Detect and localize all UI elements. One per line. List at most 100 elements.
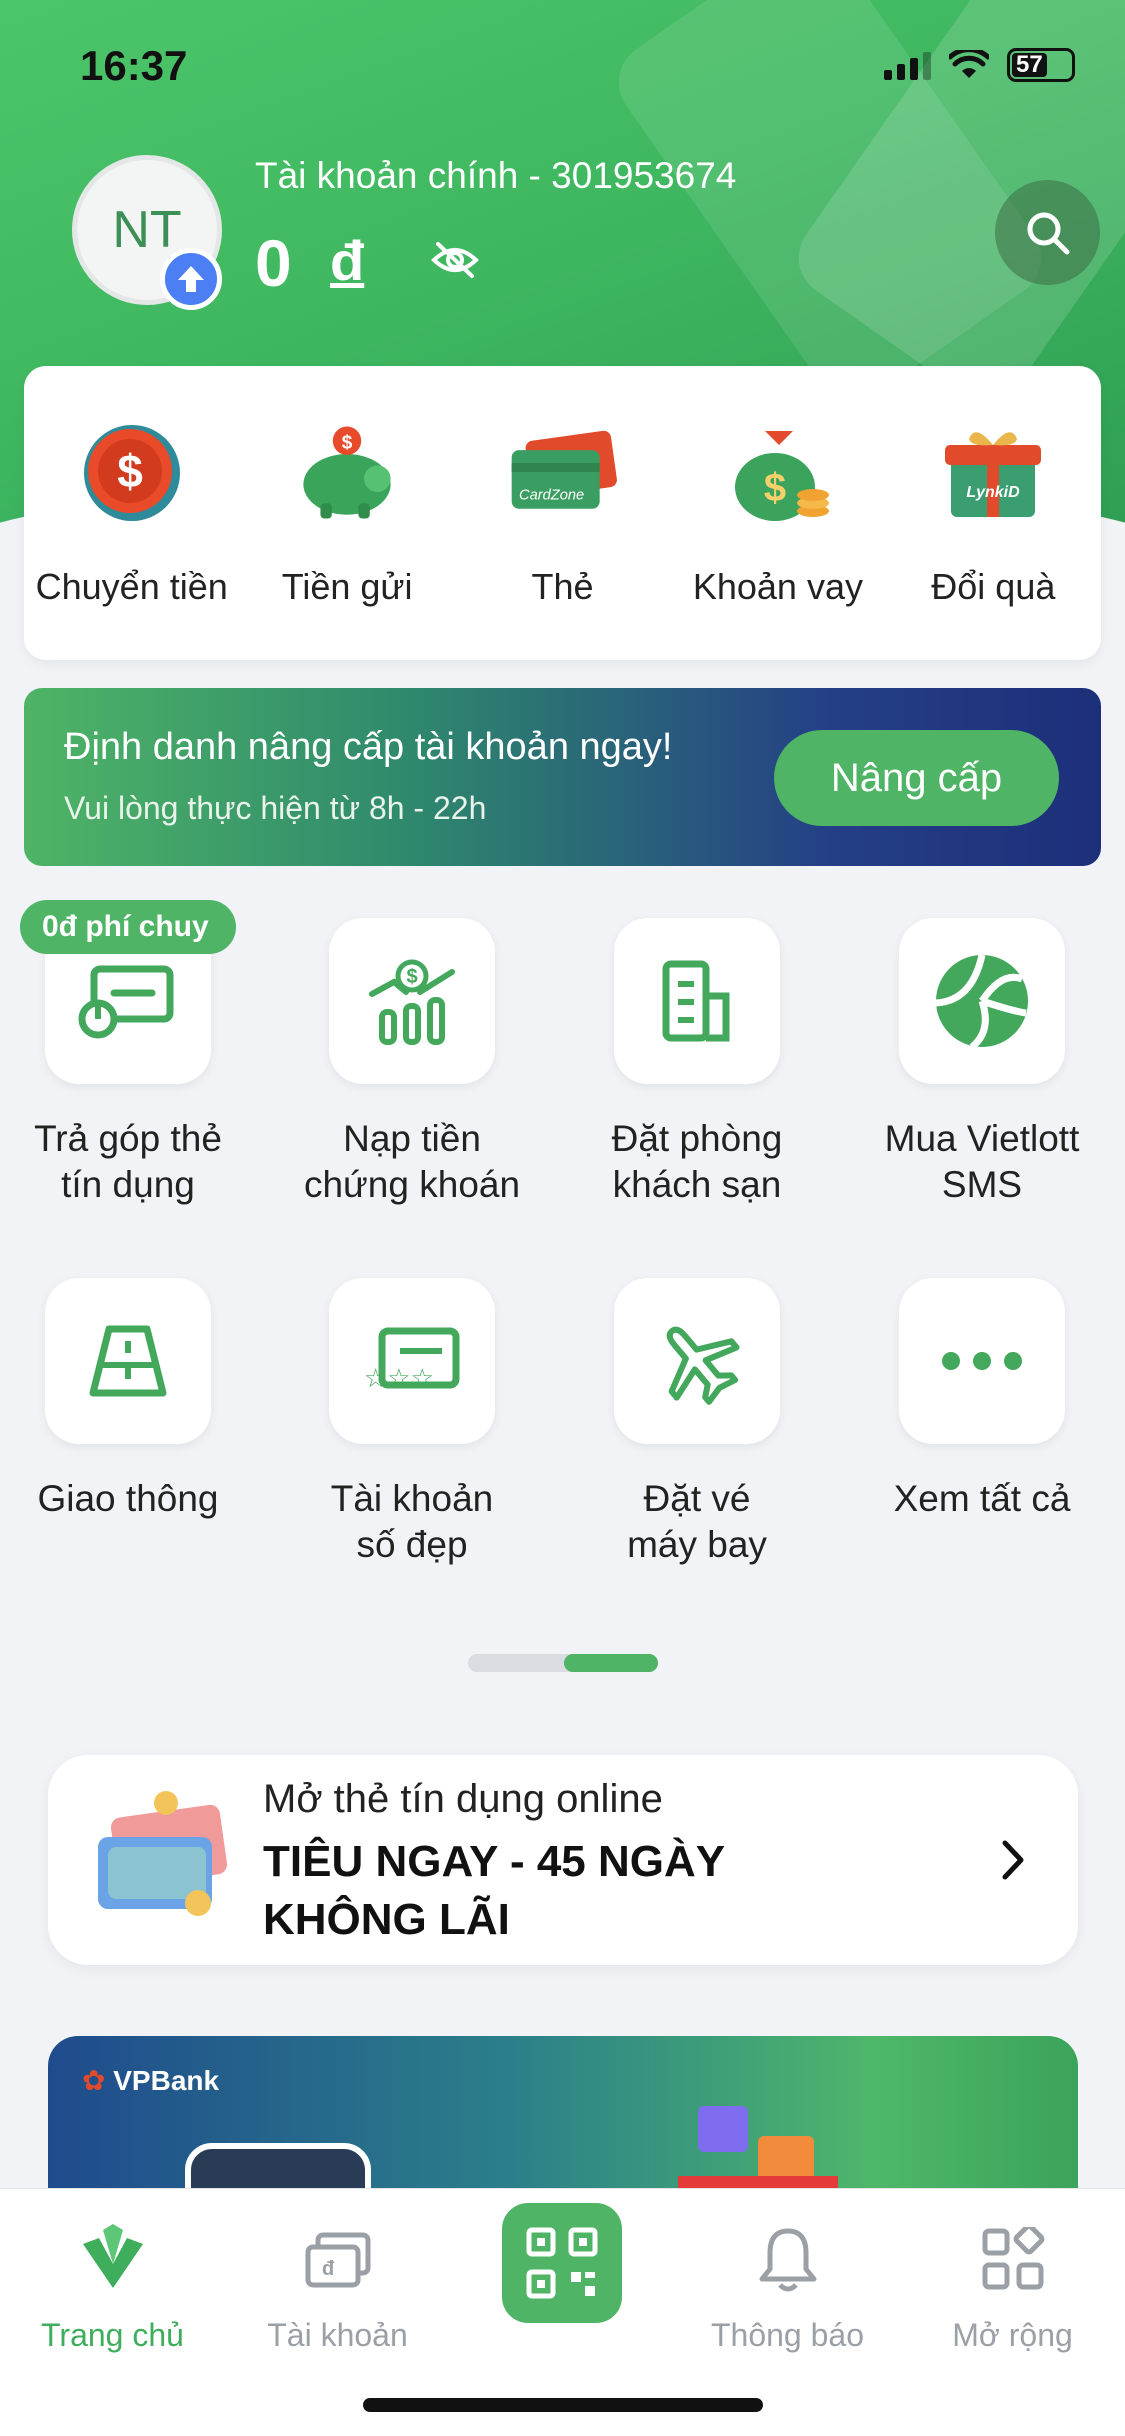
- credit-promo-subtitle: Mở thẻ tín dụng online: [263, 1777, 663, 1821]
- quick-action-card[interactable]: CardZone Thẻ: [455, 366, 670, 660]
- stock-topup-icon: $: [369, 959, 455, 1045]
- quick-action-label: Thẻ: [531, 566, 594, 607]
- tab-home[interactable]: Trang chủ: [0, 2219, 225, 2354]
- status-bar: 16:37 57: [0, 0, 1125, 130]
- quick-action-loan[interactable]: $ Khoản vay: [670, 366, 885, 660]
- tab-notifications[interactable]: Thông báo: [675, 2219, 900, 2354]
- tab-account[interactable]: đ Tài khoản: [225, 2219, 450, 2354]
- service-vietlott[interactable]: Mua Vietlott SMS: [862, 918, 1102, 1208]
- status-icons: 57: [884, 48, 1075, 82]
- svg-text:$: $: [342, 432, 353, 453]
- gift-icon: LynkiD: [938, 418, 1048, 528]
- svg-text:$: $: [764, 466, 786, 510]
- service-tile[interactable]: ☆☆☆: [329, 1278, 495, 1444]
- avatar-initials: NT: [112, 201, 182, 259]
- credit-cards-illustration: [98, 1791, 228, 1916]
- upgrade-button[interactable]: Nâng cấp: [774, 730, 1059, 826]
- account-title[interactable]: Tài khoản chính - 301953674: [255, 155, 736, 197]
- svg-text:đ: đ: [322, 2258, 335, 2280]
- service-tile[interactable]: [45, 1278, 211, 1444]
- service-label: Đặt phòng khách sạn: [611, 1118, 783, 1205]
- home-leaf-icon: [73, 2219, 153, 2299]
- service-label: Nạp tiền chứng khoán: [303, 1118, 521, 1205]
- vpbank-flower-icon: ✿: [82, 2065, 106, 2096]
- quick-action-label: Tiền gửi: [281, 566, 413, 607]
- qr-scan-button[interactable]: [502, 2203, 622, 2323]
- loan-icon: $: [723, 418, 833, 528]
- road-icon: [89, 1325, 167, 1397]
- service-tile[interactable]: [614, 1278, 780, 1444]
- qr-code-icon: [526, 2227, 598, 2299]
- service-tile[interactable]: [899, 918, 1065, 1084]
- search-icon: [1027, 212, 1069, 254]
- tab-label: Thông báo: [710, 2317, 864, 2353]
- balance-amount: 0: [255, 226, 292, 300]
- cellular-signal-icon: [884, 50, 931, 80]
- service-label: Mua Vietlott SMS: [884, 1118, 1080, 1205]
- promo-badge: 0đ phí chuy: [20, 900, 236, 954]
- currency-symbol: đ: [330, 229, 365, 292]
- banner-phone-illustration: [185, 2143, 371, 2196]
- service-flight[interactable]: Đặt vé máy bay: [577, 1278, 817, 1568]
- grid-icon: [973, 2219, 1053, 2299]
- battery-level: 57: [1012, 51, 1047, 78]
- credit-promo-title: TIÊU NGAY - 45 NGÀY KHÔNG LÃI: [263, 1837, 725, 1944]
- vpbank-logo-text: VPBank: [113, 2065, 220, 2096]
- service-tile[interactable]: $: [329, 918, 495, 1084]
- quick-action-deposit[interactable]: $ Tiền gửi: [239, 366, 454, 660]
- hotel-icon: [662, 960, 730, 1042]
- banner-gifts-illustration: [678, 2106, 838, 2196]
- upgrade-banner-title: Định danh nâng cấp tài khoản ngay!: [64, 726, 673, 768]
- tab-label: Tài khoản: [267, 2317, 408, 2353]
- service-stock-topup[interactable]: $ Nạp tiền chứng khoán: [292, 918, 532, 1208]
- svg-text:$: $: [406, 966, 417, 988]
- nice-number-icon: ☆☆☆: [364, 1327, 460, 1394]
- svg-text:☆☆☆: ☆☆☆: [364, 1364, 434, 1394]
- tab-label: Mở rộng: [952, 2317, 1073, 2353]
- quick-actions-card: $ Chuyển tiền $ Tiền gửi CardZone Thẻ $ …: [24, 366, 1101, 660]
- status-time: 16:37: [80, 42, 188, 89]
- quick-action-label: Đổi quà: [931, 566, 1056, 607]
- card-icon: CardZone: [508, 418, 618, 528]
- page-indicator[interactable]: [468, 1654, 658, 1672]
- service-card-installment[interactable]: Trả góp thẻ tín dụng: [8, 918, 248, 1208]
- home-indicator: [363, 2398, 763, 2412]
- service-view-all[interactable]: Xem tất cả: [862, 1278, 1102, 1522]
- service-tile[interactable]: [614, 918, 780, 1084]
- vietlott-icon: [935, 954, 1028, 1050]
- service-hotel[interactable]: Đặt phòng khách sạn: [577, 918, 817, 1208]
- page-indicator-active: [564, 1654, 658, 1672]
- more-icon: [942, 1352, 1022, 1370]
- service-nice-number[interactable]: ☆☆☆ Tài khoản số đẹp: [292, 1278, 532, 1568]
- svg-text:$: $: [117, 445, 143, 497]
- service-tile[interactable]: [899, 1278, 1065, 1444]
- wifi-icon: [949, 50, 989, 78]
- upgrade-banner-subtitle: Vui lòng thực hiện từ 8h - 22h: [64, 790, 487, 826]
- service-label: Trả góp thẻ tín dụng: [34, 1118, 222, 1205]
- promo-banner[interactable]: ✿ VPBank: [48, 2036, 1078, 2196]
- service-label: Tài khoản số đẹp: [330, 1478, 494, 1565]
- airplane-icon: [666, 1326, 740, 1405]
- quick-action-gift[interactable]: LynkiD Đổi quà: [886, 366, 1101, 660]
- transfer-icon: $: [77, 418, 187, 528]
- search-button[interactable]: [995, 180, 1100, 285]
- upgrade-banner[interactable]: Định danh nâng cấp tài khoản ngay! Vui l…: [24, 688, 1101, 866]
- quick-action-transfer[interactable]: $ Chuyển tiền: [24, 366, 239, 660]
- chevron-right-icon: [1002, 1840, 1024, 1880]
- svg-text:LynkiD: LynkiD: [967, 484, 1021, 501]
- card-installment-icon: [78, 965, 174, 1039]
- eye-hidden-icon[interactable]: [430, 240, 480, 280]
- service-label: Đặt vé máy bay: [627, 1478, 767, 1565]
- quick-action-label: Chuyển tiền: [35, 566, 228, 607]
- tab-label: Trang chủ: [41, 2317, 184, 2353]
- battery-icon: 57: [1007, 48, 1075, 82]
- service-label: Giao thông: [37, 1478, 219, 1519]
- upgrade-arrow-icon: [160, 248, 222, 310]
- bell-icon: [748, 2219, 828, 2299]
- tab-more[interactable]: Mở rộng: [900, 2219, 1125, 2354]
- service-traffic[interactable]: Giao thông: [8, 1278, 248, 1522]
- vpbank-logo: ✿ VPBank: [82, 2064, 219, 2097]
- piggy-bank-icon: $: [292, 418, 402, 528]
- credit-card-promo[interactable]: Mở thẻ tín dụng online TIÊU NGAY - 45 NG…: [48, 1755, 1078, 1965]
- service-label: Xem tất cả: [893, 1478, 1071, 1519]
